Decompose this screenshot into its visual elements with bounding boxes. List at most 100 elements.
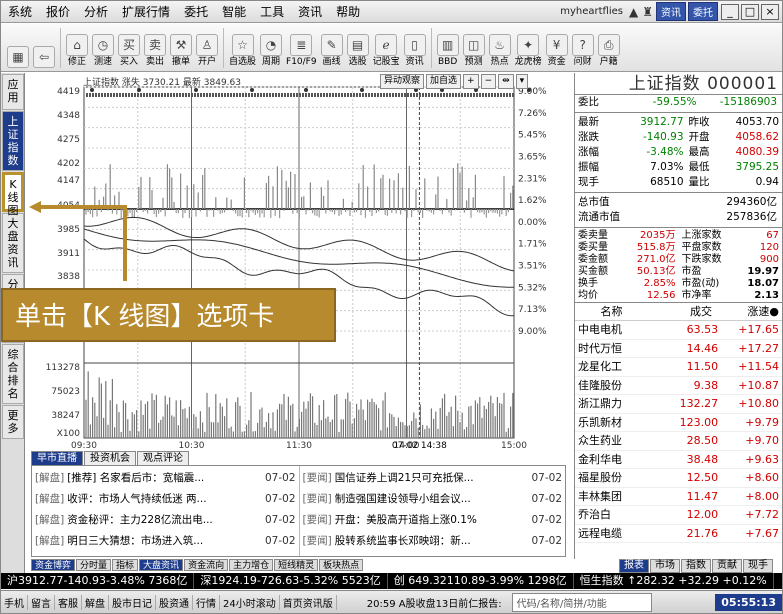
toolbar-button-6[interactable]: ⚒ 撤单 <box>170 34 192 68</box>
toolbar-button-9[interactable]: ◔ 周期 <box>260 34 283 68</box>
indicator-tab-1[interactable]: 分时量 <box>76 559 112 571</box>
news-item[interactable]: [要闻] 股转系统监事长邓映翊：新... 07-02 <box>303 531 563 552</box>
toolbar-button-5[interactable]: 卖卖出 <box>144 34 166 68</box>
toolbar-button-8[interactable]: ☆ 自选股 <box>229 34 256 68</box>
sidebar-tab-apps[interactable]: 应用 <box>2 74 24 110</box>
table-row[interactable]: 时代万恒 14.46 +17.27 <box>575 340 782 358</box>
quote-tab-1[interactable]: 市场 <box>650 559 680 573</box>
toolbar-button-10[interactable]: ≣ F10/F9 <box>286 34 317 68</box>
stock-name[interactable]: 龙星化工 <box>578 358 657 376</box>
toolbar-button-18[interactable]: ✦ 龙虎榜 <box>515 34 542 68</box>
indicator-tab-7[interactable]: 板块热点 <box>319 559 364 571</box>
stock-name[interactable]: 佳隆股份 <box>578 377 657 395</box>
table-row[interactable]: 佳隆股份 9.38 +10.87 <box>575 377 782 395</box>
quote-tab-3[interactable]: 贡献 <box>712 559 742 573</box>
status-link-1[interactable]: 留言 <box>28 594 55 610</box>
ticker-item-0[interactable]: 沪3912.77-140.93-3.48% 7368亿 <box>1 573 195 589</box>
toolbar-button-1[interactable]: ⇦ <box>33 46 55 68</box>
news-button[interactable]: 资讯 <box>656 2 686 21</box>
menu-tools[interactable]: 工具 <box>253 1 291 23</box>
toolbar-button-4[interactable]: 买买入 <box>118 34 140 68</box>
table-row[interactable]: 中电电机 63.53 +17.65 <box>575 321 782 340</box>
status-link-5[interactable]: 股资通 <box>156 594 193 610</box>
stock-name[interactable]: 时代万恒 <box>578 340 657 358</box>
status-link-7[interactable]: 24小时滚动 <box>220 594 280 610</box>
sidebar-tab-kline[interactable]: K线图 <box>2 172 24 217</box>
stock-name[interactable]: 丰林集团 <box>578 488 657 506</box>
stock-name[interactable]: 乐凯新材 <box>578 414 657 432</box>
bell-icon[interactable]: ▲ <box>627 5 640 19</box>
table-row[interactable]: 乔治白 12.00 +7.72 <box>575 506 782 525</box>
indicator-tab-3[interactable]: 大盘资讯 <box>139 559 184 571</box>
news-tab-comments[interactable]: 观点评论 <box>137 451 189 466</box>
toolbar-button-0[interactable]: ▦ <box>7 46 29 68</box>
indicator-tab-4[interactable]: 资金流向 <box>184 559 229 571</box>
menu-analysis[interactable]: 分析 <box>77 1 115 23</box>
toolbar-button-14[interactable]: ▯ 资讯 <box>403 34 426 68</box>
table-row[interactable]: 福星股份 12.50 +8.60 <box>575 469 782 488</box>
quote-tab-0[interactable]: 报表 <box>619 559 649 573</box>
toolbar-button-16[interactable]: ◫ 预测 <box>462 34 485 68</box>
stock-name[interactable]: 金利华电 <box>578 451 657 469</box>
news-item[interactable]: [解盘] 资金秘评：主力228亿流出电... 07-02 <box>35 510 296 531</box>
abnormal-watch-button[interactable]: 异动观察 <box>380 74 425 89</box>
table-row[interactable]: 浙江鼎力 132.27 +10.80 <box>575 395 782 414</box>
toolbar-button-11[interactable]: ✎ 画线 <box>320 34 343 68</box>
close-button[interactable]: × <box>761 3 779 20</box>
menu-help[interactable]: 帮助 <box>329 1 367 23</box>
news-title[interactable]: 制造强国建设领导小组会议... <box>335 489 528 510</box>
rank-head-price[interactable]: 成交 <box>645 303 712 320</box>
stock-name[interactable]: 浙江鼎力 <box>578 395 657 413</box>
menu-smart[interactable]: 智能 <box>215 1 253 23</box>
status-link-6[interactable]: 行情 <box>193 594 220 610</box>
toolbar-button-2[interactable]: ⌂ 修正 <box>66 34 88 68</box>
search-input[interactable]: 代码/名称/简拼/功能 <box>511 592 652 612</box>
menu-info[interactable]: 资讯 <box>291 1 329 23</box>
news-item[interactable]: [解盘] [推荐] 名家看后市：宽幅震... 07-02 <box>35 468 296 489</box>
quote-tab-2[interactable]: 指数 <box>681 559 711 573</box>
toolbar-button-15[interactable]: ▥ BBD <box>436 34 459 68</box>
stock-name[interactable]: 远程电缆 <box>578 525 657 543</box>
menu-quote[interactable]: 报价 <box>39 1 77 23</box>
news-item[interactable]: [解盘] 收评：市场人气持续低迷 两... 07-02 <box>35 489 296 510</box>
news-title[interactable]: 明日三大猜想：市场进入筑... <box>67 531 261 552</box>
toolbar-button-21[interactable]: ⎙ 户籍 <box>597 34 620 68</box>
zoom-out-button[interactable]: − <box>480 74 497 89</box>
chart-menu-button[interactable]: ▾ <box>515 74 529 89</box>
add-watchlist-button[interactable]: 加自选 <box>426 74 462 89</box>
toolbar-button-12[interactable]: ▤ 选股 <box>346 34 369 68</box>
news-tab-opportunities[interactable]: 投资机会 <box>84 451 136 466</box>
toolbar-button-17[interactable]: ♨ 热点 <box>488 34 511 68</box>
news-item[interactable]: [要闻] 制造强国建设领导小组会议... 07-02 <box>303 489 563 510</box>
toolbar-button-7[interactable]: ♙ 开户 <box>196 34 218 68</box>
trade-button[interactable]: 委托 <box>688 2 718 21</box>
table-row[interactable]: 龙星化工 11.50 +11.54 <box>575 358 782 377</box>
rank-head-speed[interactable]: 涨速● <box>712 303 779 320</box>
status-link-2[interactable]: 客服 <box>55 594 82 610</box>
toolbar-button-3[interactable]: ◷ 测速 <box>92 34 114 68</box>
sidebar-tab-ranking[interactable]: 综合排名 <box>2 344 24 404</box>
news-item[interactable]: [解盘] 明日三大猜想：市场进入筑... 07-02 <box>35 531 296 552</box>
news-title[interactable]: 国信证券上调21只可充抵保... <box>335 468 528 489</box>
news-title[interactable]: [推荐] 名家看后市：宽幅震... <box>67 468 261 489</box>
toolbar-button-20[interactable]: ? 问财 <box>571 34 594 68</box>
indicator-tab-6[interactable]: 短线精灵 <box>274 559 319 571</box>
shirt-icon[interactable]: ♜ <box>640 5 655 19</box>
sidebar-tab-more[interactable]: 更多 <box>2 405 24 439</box>
news-tab-live[interactable]: 早市直播 <box>31 451 83 466</box>
news-title[interactable]: 开盘：美股高开道指上涨0.1% <box>335 510 528 531</box>
ticker-item-1[interactable]: 深1924.19-726.63-5.32% 5523亿 <box>194 573 388 589</box>
rank-head-name[interactable]: 名称 <box>578 303 645 320</box>
status-link-4[interactable]: 股市日记 <box>109 594 156 610</box>
sidebar-tab-market-news[interactable]: 大盘资讯 <box>2 213 24 273</box>
indicator-tab-2[interactable]: 指标 <box>112 559 139 571</box>
menu-trade[interactable]: 委托 <box>177 1 215 23</box>
stock-name[interactable]: 众生药业 <box>578 432 657 450</box>
news-title[interactable]: 资金秘评：主力228亿流出电... <box>67 510 261 531</box>
news-title[interactable]: 股转系统监事长邓映翊：新... <box>335 531 528 552</box>
maximize-button[interactable]: □ <box>741 3 759 20</box>
stock-name[interactable]: 中电电机 <box>578 321 657 339</box>
sidebar-tab-sh-index[interactable]: 上证指数 <box>2 111 24 171</box>
news-title[interactable]: 收评：市场人气持续低迷 两... <box>67 489 261 510</box>
quote-tab-4[interactable]: 现手 <box>743 559 773 573</box>
